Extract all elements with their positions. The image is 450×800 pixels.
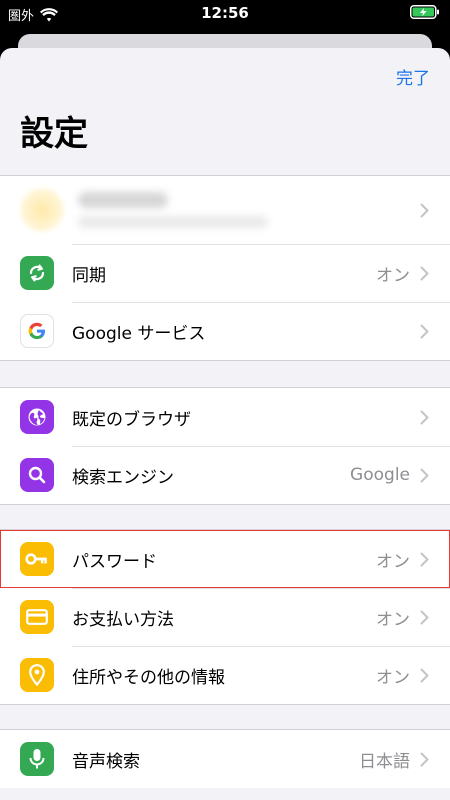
- search-icon: [20, 458, 54, 492]
- sync-value: オン: [376, 265, 410, 286]
- sync-row[interactable]: 同期 オン: [0, 244, 450, 302]
- other-group: 音声検索 日本語: [0, 729, 450, 788]
- page-title: 設定: [20, 114, 88, 154]
- addresses-row[interactable]: 住所やその他の情報 オン: [0, 646, 450, 704]
- battery-charging-icon: [410, 5, 440, 23]
- key-icon: [20, 542, 54, 576]
- search-engine-row[interactable]: 検索エンジン Google: [0, 446, 450, 504]
- chevron-right-icon: [420, 468, 432, 483]
- settings-sheet: 完了 設定 同期 オン Google サービス 既定のブラウザ 検索エンジン G…: [0, 48, 450, 800]
- voice-search-row[interactable]: 音声検索 日本語: [0, 730, 450, 788]
- chevron-right-icon: [420, 668, 432, 683]
- status-bar: 圏外 12:56: [0, 0, 450, 26]
- payment-methods-row[interactable]: お支払い方法 オン: [0, 588, 450, 646]
- voice-search-label: 音声検索: [72, 751, 140, 772]
- account-group: 同期 オン Google サービス: [0, 175, 450, 361]
- chevron-right-icon: [420, 610, 432, 625]
- google-logo-icon: [20, 314, 54, 348]
- sync-icon: [20, 256, 54, 290]
- default-browser-label: 既定のブラウザ: [72, 409, 191, 430]
- addresses-label: 住所やその他の情報: [72, 667, 225, 688]
- location-pin-icon: [20, 658, 54, 692]
- sync-label: 同期: [72, 265, 106, 286]
- default-browser-row[interactable]: 既定のブラウザ: [0, 388, 450, 446]
- passwords-label: パスワード: [72, 551, 157, 572]
- account-info-blurred: [78, 192, 420, 228]
- chevron-right-icon: [420, 324, 432, 339]
- payment-methods-label: お支払い方法: [72, 609, 174, 630]
- autofill-group: パスワード オン お支払い方法 オン 住所やその他の情報 オン: [0, 529, 450, 705]
- chevron-right-icon: [420, 552, 432, 567]
- avatar: [20, 188, 64, 232]
- passwords-value: オン: [376, 551, 410, 572]
- passwords-row[interactable]: パスワード オン: [0, 530, 450, 588]
- google-services-row[interactable]: Google サービス: [0, 302, 450, 360]
- status-time: 12:56: [201, 4, 249, 22]
- chevron-right-icon: [420, 752, 432, 767]
- addresses-value: オン: [376, 667, 410, 688]
- voice-search-value: 日本語: [359, 751, 410, 772]
- chevron-right-icon: [420, 203, 432, 218]
- account-row[interactable]: [0, 176, 450, 244]
- search-engine-value: Google: [350, 465, 410, 485]
- done-button[interactable]: 完了: [396, 64, 430, 89]
- search-engine-label: 検索エンジン: [72, 467, 174, 488]
- browser-group: 既定のブラウザ 検索エンジン Google: [0, 387, 450, 505]
- globe-icon: [20, 400, 54, 434]
- credit-card-icon: [20, 600, 54, 634]
- microphone-icon: [20, 742, 54, 776]
- google-services-label: Google サービス: [72, 323, 206, 344]
- chevron-right-icon: [420, 410, 432, 425]
- chevron-right-icon: [420, 266, 432, 281]
- payment-methods-value: オン: [376, 609, 410, 630]
